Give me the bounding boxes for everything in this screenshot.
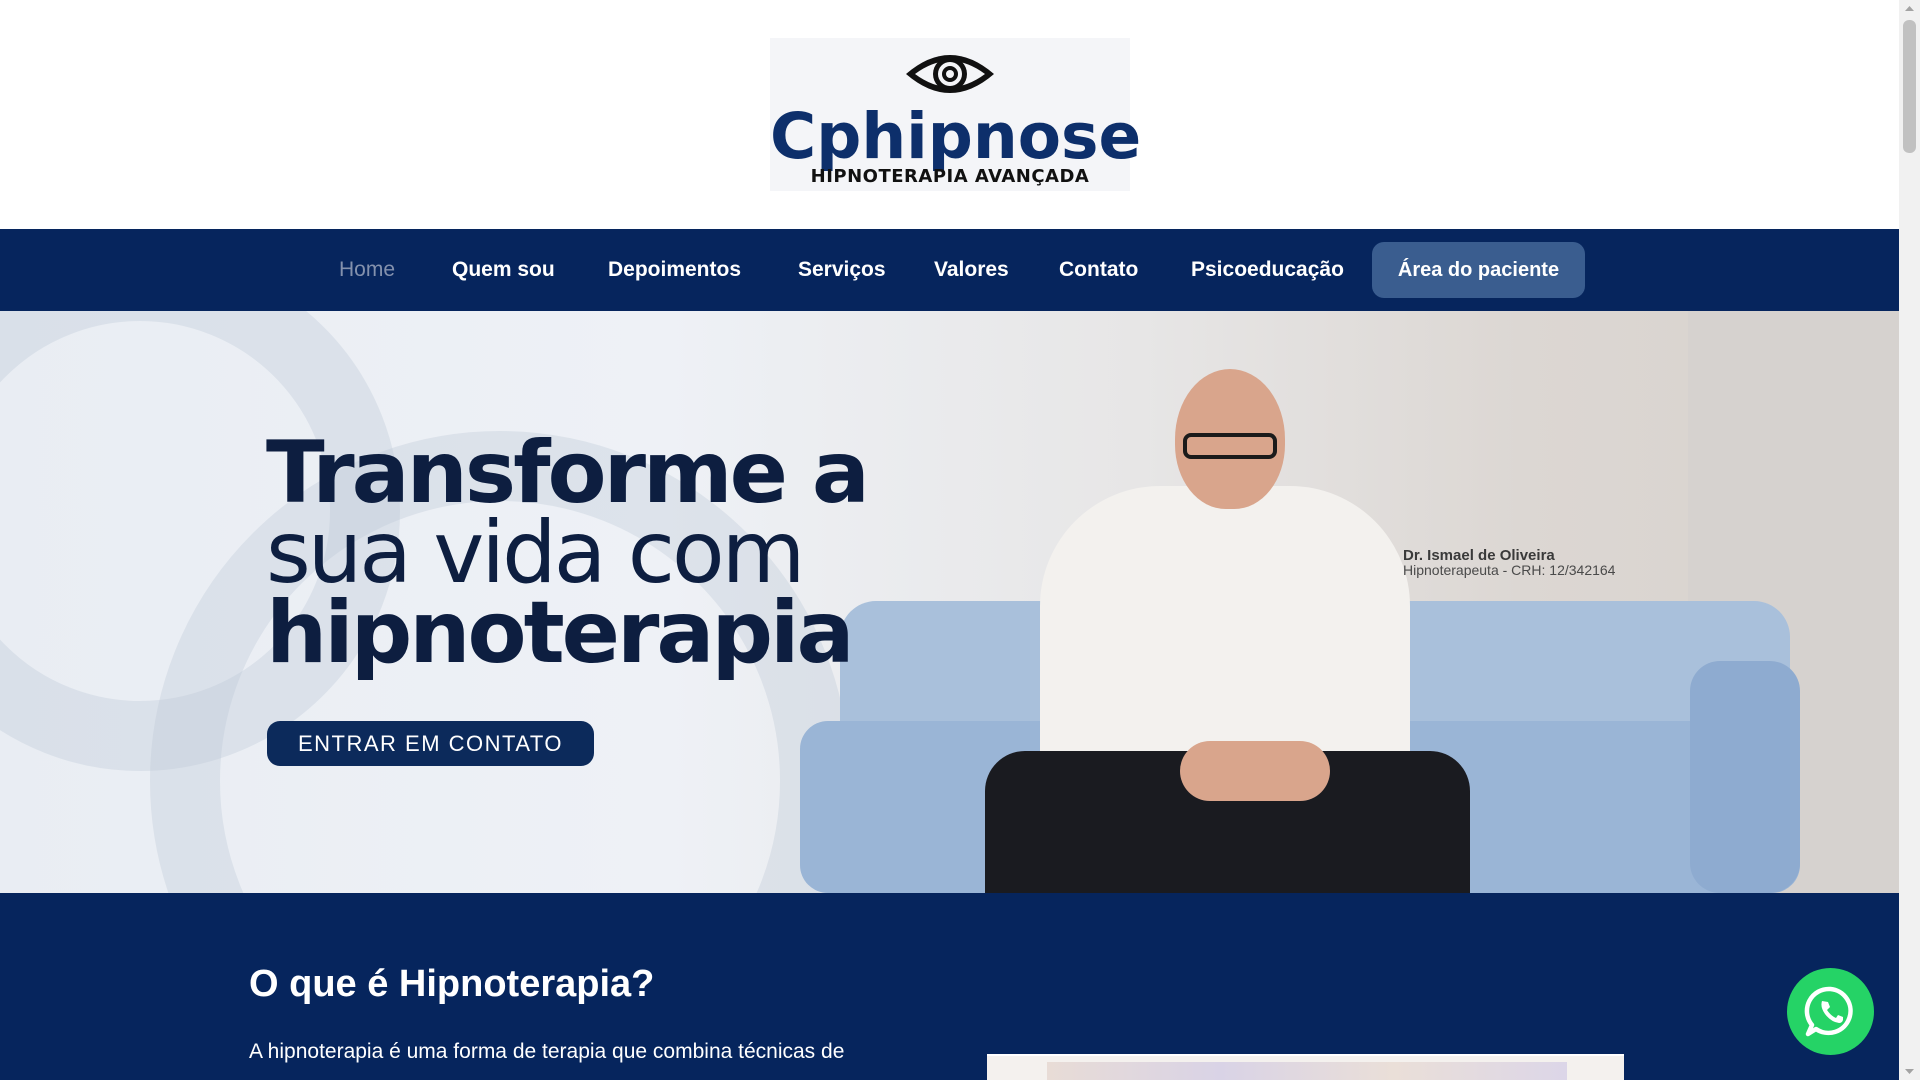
scroll-up-arrow-icon[interactable] <box>1899 0 1920 17</box>
page-scrollbar[interactable] <box>1899 0 1920 1080</box>
hero-headline-line3: hipnoterapia <box>266 583 855 683</box>
nav-item-valores[interactable]: Valores <box>934 229 1009 311</box>
section-image <box>987 1054 1624 1080</box>
scrollbar-thumb[interactable] <box>1903 20 1916 153</box>
nav-item-quem-sou[interactable]: Quem sou <box>452 229 555 311</box>
nav-item-psicoeducacao[interactable]: Psicoeducação <box>1191 229 1344 311</box>
patient-area-button[interactable]: Área do paciente <box>1372 242 1585 298</box>
section-title: O que é Hipnoterapia? <box>249 963 655 1005</box>
contact-button[interactable]: ENTRAR EM CONTATO <box>267 721 594 766</box>
nav-item-servicos[interactable]: Serviços <box>798 229 886 311</box>
logo-brand: Cphipnose <box>770 100 1142 173</box>
nav-item-contato[interactable]: Contato <box>1059 229 1138 311</box>
site-logo[interactable]: Cphipnose HIPNOTERAPIA AVANÇADA <box>770 38 1142 191</box>
hero-banner: Transforme a sua vida com hipnoterapia E… <box>0 311 1899 893</box>
page: Cphipnose HIPNOTERAPIA AVANÇADA Home Que… <box>0 0 1899 1080</box>
scroll-down-arrow-icon[interactable] <box>1899 1063 1920 1080</box>
main-nav: Home Quem sou Depoimentos Serviços Valor… <box>0 229 1899 311</box>
about-hypnotherapy-section: O que é Hipnoterapia? A hipnoterapia é u… <box>0 893 1899 1080</box>
nav-item-home[interactable]: Home <box>339 229 395 311</box>
logo-tagline: HIPNOTERAPIA AVANÇADA <box>810 166 1090 187</box>
sofa-arm-image <box>1690 661 1800 893</box>
nav-item-depoimentos[interactable]: Depoimentos <box>608 229 741 311</box>
doctor-hands <box>1180 741 1330 801</box>
site-header: Cphipnose HIPNOTERAPIA AVANÇADA <box>0 0 1899 229</box>
doctor-glasses <box>1183 433 1277 459</box>
section-text: A hipnoterapia é uma forma de terapia qu… <box>249 1040 845 1063</box>
section-image-content <box>1047 1062 1567 1080</box>
doctor-credential: Hipnoterapeuta - CRH: 12/342164 <box>1403 562 1616 578</box>
eye-icon <box>906 55 994 93</box>
whatsapp-button[interactable] <box>1787 968 1874 1055</box>
whatsapp-icon <box>1804 986 1853 1037</box>
